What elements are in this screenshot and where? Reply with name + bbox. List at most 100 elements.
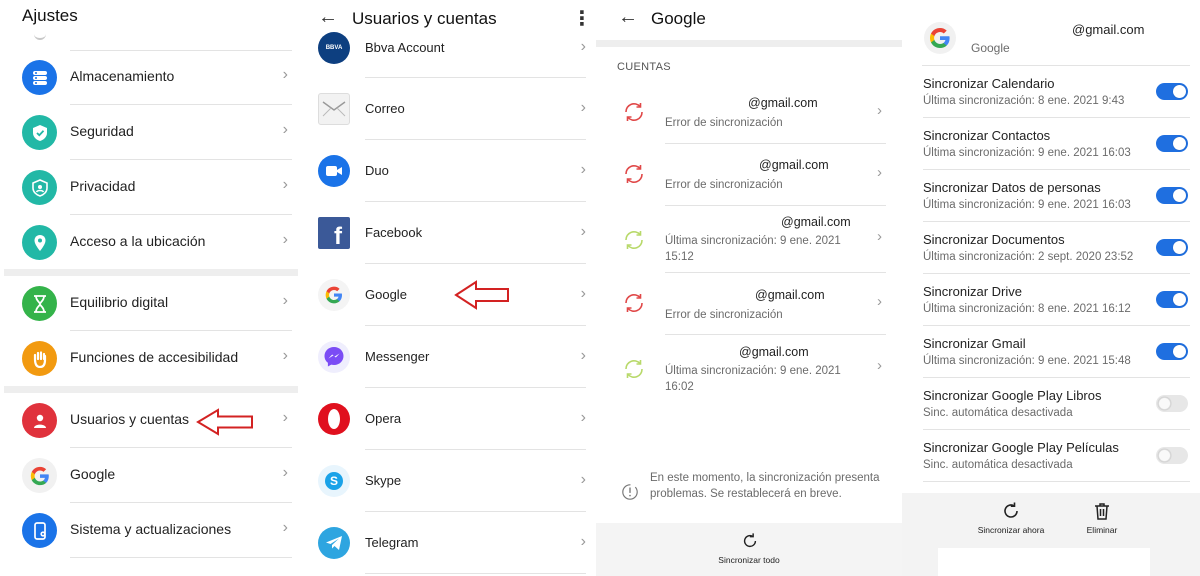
account-row[interactable]: @gmail.com Error de sincronización › (596, 144, 902, 206)
account-item-label: Facebook (365, 225, 423, 240)
google-icon (318, 279, 350, 311)
settings-item-label: Sistema y actualizaciones (70, 521, 232, 537)
account-email: @gmail.com (739, 345, 809, 359)
settings-item-label: Google (70, 466, 116, 482)
sync-toggle[interactable] (1156, 395, 1188, 412)
sync-item-title: Sincronizar Google Play Películas (923, 440, 1119, 455)
account-item-google[interactable]: Google › (300, 264, 596, 326)
sync-all-button[interactable]: Sincronizar todo (596, 555, 902, 565)
sync-toggle[interactable] (1156, 187, 1188, 204)
settings-item-security[interactable]: Seguridad › (0, 105, 298, 160)
messenger-icon (318, 341, 350, 373)
divider (70, 557, 292, 558)
sync-item-play-movies: Sincronizar Google Play Películas Sinc. … (902, 430, 1200, 482)
chevron-right-icon: › (282, 347, 288, 364)
account-item-skype[interactable]: S Skype › (300, 450, 596, 512)
account-item-opera[interactable]: Opera › (300, 388, 596, 450)
sync-toggle[interactable] (1156, 343, 1188, 360)
chevron-right-icon: › (282, 519, 288, 536)
chevron-right-icon: › (580, 533, 586, 550)
page-title: Ajustes (22, 6, 78, 25)
sync-warning-icon (622, 484, 638, 500)
account-email: @gmail.com (755, 288, 825, 302)
account-item-correo[interactable]: Correo › (300, 78, 596, 140)
opera-icon (318, 403, 350, 435)
sync-toggle[interactable] (1156, 447, 1188, 464)
sync-toggle[interactable] (1156, 135, 1188, 152)
account-row[interactable]: @gmail.com Error de sincronización › (596, 273, 902, 335)
account-sync-status: Última sincronización: 9 ene. 2021 15:12 (665, 235, 841, 263)
delete-button[interactable]: Eliminar (1062, 525, 1142, 535)
sync-item-title: Sincronizar Calendario (923, 76, 1055, 91)
account-row[interactable]: @gmail.com Última sincronización: 9 ene.… (596, 206, 902, 273)
section-separator (4, 269, 298, 276)
facebook-icon: f (318, 217, 350, 249)
settings-item-location[interactable]: Acceso a la ubicación › (0, 215, 298, 270)
chevron-right-icon: › (282, 66, 288, 83)
account-item-facebook[interactable]: f Facebook › (300, 202, 596, 264)
chevron-right-icon: › (282, 464, 288, 481)
settings-item-storage[interactable]: Almacenamiento › (0, 50, 298, 105)
facebook-icon-glyph: f (334, 223, 342, 249)
sync-ok-icon (625, 230, 643, 250)
annotation-arrow-icon (454, 280, 509, 310)
sync-item-status: Sinc. automática desactivada (923, 459, 1073, 471)
section-separator (596, 40, 902, 47)
account-item-telegram[interactable]: Telegram › (300, 512, 596, 574)
sync-now-icon[interactable] (1001, 501, 1021, 521)
account-item-label: Google (365, 287, 407, 302)
settings-item-accessibility[interactable]: Funciones de accesibilidad › (0, 331, 298, 386)
google-accounts-panel: ← Google CUENTAS @gmail.com Error de sin… (596, 0, 902, 576)
chevron-right-icon: › (580, 409, 586, 426)
account-item-messenger[interactable]: Messenger › (300, 326, 596, 388)
settings-item-google[interactable]: Google › (0, 448, 298, 503)
sync-item-status: Última sincronización: 8 ene. 2021 16:12 (923, 303, 1131, 315)
duo-icon (318, 155, 350, 187)
account-item-duo[interactable]: Duo › (300, 140, 596, 202)
sync-item-status: Última sincronización: 2 sept. 2020 23:5… (923, 251, 1134, 263)
sync-toggle[interactable] (1156, 83, 1188, 100)
account-item-label: Skype (365, 473, 402, 488)
sync-item-contacts: Sincronizar Contactos Última sincronizac… (902, 118, 1200, 170)
settings-item-label: Almacenamiento (70, 68, 175, 84)
back-arrow-icon[interactable]: ← (618, 6, 638, 29)
section-header: CUENTAS (617, 61, 671, 73)
account-item-bbva[interactable]: BBVA Bbva Account › (300, 16, 596, 78)
sync-item-drive: Sincronizar Drive Última sincronización:… (902, 274, 1200, 326)
sync-toggle[interactable] (1156, 291, 1188, 308)
settings-item-label: Acceso a la ubicación (70, 233, 206, 249)
settings-item-system-updates[interactable]: Sistema y actualizaciones › (0, 503, 298, 558)
settings-item-label: Seguridad (70, 123, 134, 139)
chevron-right-icon: › (282, 409, 288, 426)
settings-item-digital-balance[interactable]: Equilibrio digital › (0, 276, 298, 331)
privacy-icon (22, 170, 57, 205)
settings-item-privacy[interactable]: Privacidad › (0, 160, 298, 215)
account-row[interactable]: @gmail.com Última sincronización: 9 ene.… (596, 335, 902, 403)
user-icon (22, 403, 57, 438)
google-icon (924, 22, 956, 54)
sync-error-icon (625, 102, 643, 122)
sync-item-title: Sincronizar Contactos (923, 128, 1051, 143)
sync-all-icon[interactable] (741, 532, 759, 550)
account-sync-status: Error de sincronización (665, 117, 783, 129)
sync-item-title: Sincronizar Datos de personas (923, 180, 1101, 195)
sync-now-button[interactable]: Sincronizar ahora (971, 525, 1051, 535)
skype-icon: S (318, 465, 350, 497)
annotation-arrow-icon (196, 408, 253, 436)
sync-item-calendar: Sincronizar Calendario Última sincroniza… (902, 66, 1200, 118)
partial-list-item-icon (34, 34, 46, 40)
account-sync-status: Error de sincronización (665, 179, 783, 191)
sync-item-status: Última sincronización: 9 ene. 2021 16:03 (923, 147, 1131, 159)
sync-toggle[interactable] (1156, 239, 1188, 256)
sync-item-title: Sincronizar Documentos (923, 232, 1065, 247)
sync-item-status: Última sincronización: 9 ene. 2021 15:48 (923, 355, 1131, 367)
bottom-card (938, 548, 1150, 576)
page-title: Google (651, 9, 706, 28)
divider (923, 481, 1190, 482)
location-icon (22, 225, 57, 260)
bbva-icon-label: BBVA (325, 45, 343, 51)
account-row[interactable]: @gmail.com Error de sincronización › (596, 82, 902, 144)
sync-item-gmail: Sincronizar Gmail Última sincronización:… (902, 326, 1200, 378)
trash-icon[interactable] (1092, 501, 1112, 521)
sync-item-play-books: Sincronizar Google Play Libros Sinc. aut… (902, 378, 1200, 430)
